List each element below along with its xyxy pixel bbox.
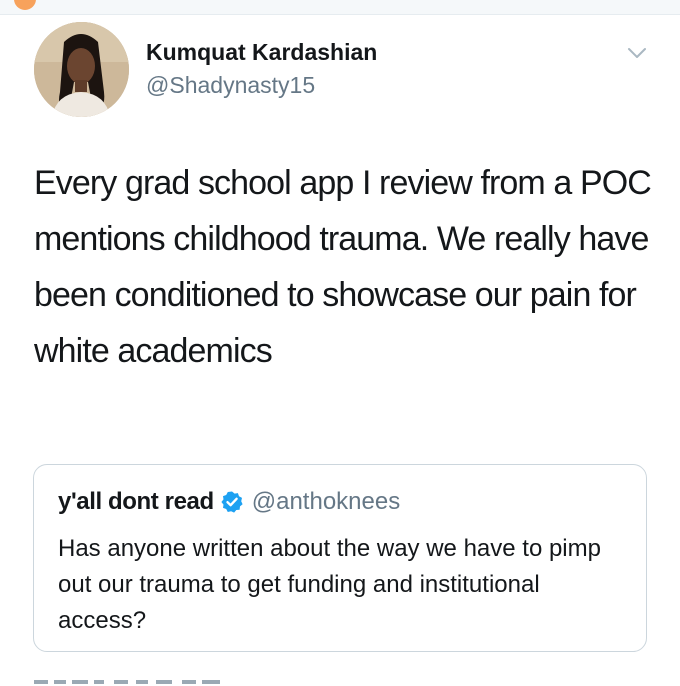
quoted-user-handle: @anthoknees xyxy=(251,488,401,515)
notification-dot xyxy=(14,0,36,10)
tweet-text: Every grad school app I review from a PO… xyxy=(34,164,652,370)
avatar[interactable] xyxy=(34,22,129,117)
quoted-tweet-header: y'all dont read @anthoknees xyxy=(58,487,400,517)
quoted-tweet-text: Has anyone written about the way we have… xyxy=(58,535,601,634)
timestamp-fragment xyxy=(34,680,220,684)
quoted-display-name: y'all dont read xyxy=(58,488,214,515)
display-name[interactable]: Kumquat Kardashian xyxy=(146,38,377,66)
timestamp-cropped xyxy=(34,672,254,686)
avatar-photo xyxy=(34,22,129,117)
quoted-tweet-card[interactable]: y'all dont read @anthoknees Has anyone w… xyxy=(33,464,647,652)
user-handle[interactable]: @Shadynasty15 xyxy=(146,71,315,99)
verified-badge-icon xyxy=(221,491,243,513)
top-bar xyxy=(0,0,680,15)
chevron-down-icon[interactable] xyxy=(624,40,650,66)
